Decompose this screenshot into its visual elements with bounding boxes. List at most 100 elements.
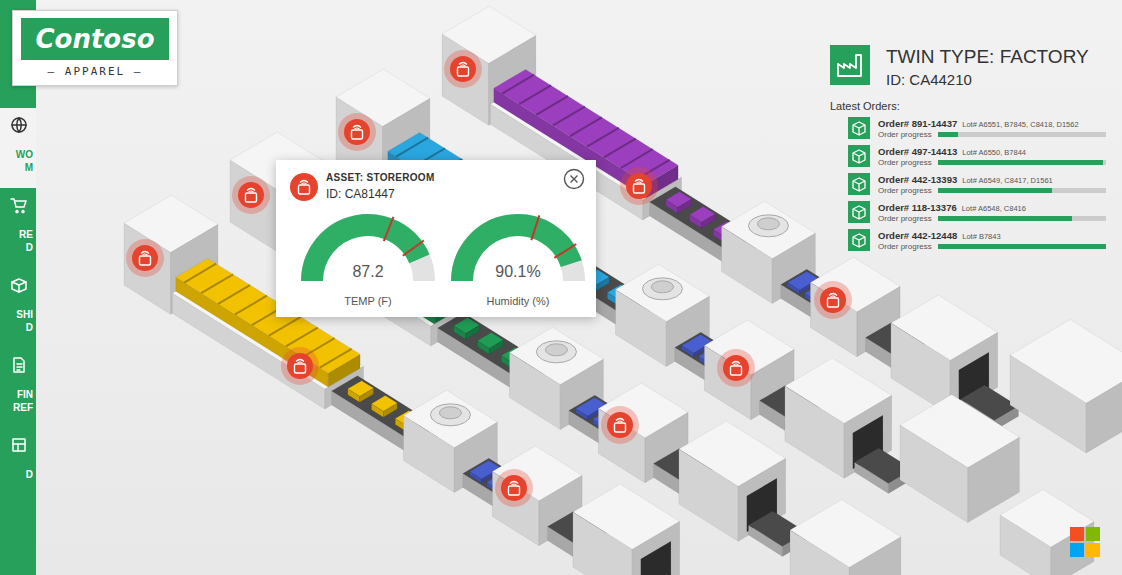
order-number: Order# 891-14437 xyxy=(878,118,957,129)
sensor-pin[interactable] xyxy=(280,346,320,386)
sidebar-label: RE xyxy=(19,229,33,241)
tank xyxy=(748,215,788,237)
order-row[interactable]: Order# 891-14437 Lot# A6551, B7845, C8418… xyxy=(848,116,1106,140)
sensor-pin[interactable] xyxy=(619,166,659,206)
sidebar-item[interactable]: FINREF xyxy=(0,348,36,428)
roller xyxy=(286,328,318,347)
microsoft-logo-icon xyxy=(1070,527,1100,557)
gauge: 87.2 TEMP (F) xyxy=(298,207,438,307)
asset-id: ID: CA81447 xyxy=(326,187,435,201)
progress-label: Order progress xyxy=(878,214,932,223)
digital-twin-app: WOMREDSHIDFINREFDASSET: STOREROOMID: CA8… xyxy=(0,0,1122,575)
sidebar-label: D xyxy=(26,242,33,254)
tank-machine-top xyxy=(404,390,498,447)
order-lots: Lot# A6549, C8417, D1561 xyxy=(962,176,1053,185)
sensor-pin[interactable] xyxy=(443,49,483,89)
sidebar-label: M xyxy=(25,162,33,174)
package-icon xyxy=(848,173,870,195)
sensor-pin[interactable] xyxy=(337,112,377,152)
sensor-pin[interactable] xyxy=(716,348,756,388)
close-button[interactable] xyxy=(562,167,586,191)
storage-box-top xyxy=(1010,319,1122,403)
product-top xyxy=(454,318,480,334)
sidebar-item[interactable]: SHID xyxy=(0,268,36,348)
progress-bar xyxy=(938,188,1106,193)
tunnel-top xyxy=(891,295,998,360)
progress-label: Order progress xyxy=(878,186,932,195)
order-list: Order# 891-14437 Lot# A6551, B7845, C8418… xyxy=(830,116,1106,252)
sidebar-item[interactable]: WOM xyxy=(0,108,36,188)
sensor-icon xyxy=(290,173,318,201)
dashboard-icon xyxy=(10,436,28,454)
tank xyxy=(642,278,682,300)
document-icon xyxy=(10,356,28,374)
asset-title: ASSET: STOREROOM xyxy=(326,172,435,183)
progress-label: Order progress xyxy=(878,242,932,251)
logo-card[interactable]: Contoso— APPAREL — xyxy=(12,10,178,86)
order-row[interactable]: Order# 497-14413Lot# A6550, B7844Order p… xyxy=(848,144,1106,168)
roller xyxy=(604,139,636,158)
order-row[interactable]: Order# 442-12448 Lot# B7843 Order progress xyxy=(848,228,1106,252)
popup-header: ASSET: STOREROOM ID: CA81447 xyxy=(290,172,588,201)
tank-lid xyxy=(545,344,567,356)
tank-lid xyxy=(757,218,779,230)
gauge-value: 90.1% xyxy=(495,263,540,280)
tunnel-top xyxy=(679,421,786,486)
product-top xyxy=(666,192,692,208)
factory-canvas[interactable]: ASSET: STOREROOM ID: CA81447 87.2 TEMP (F) 9… xyxy=(36,0,1122,575)
order-row[interactable]: Order# 118-13376Lot# A6548, C8416Order p… xyxy=(848,200,1106,224)
progress-fill xyxy=(938,216,1073,221)
sidebar-item[interactable]: D xyxy=(0,428,36,508)
sidebar-label: SHI xyxy=(16,309,33,321)
roller xyxy=(553,107,585,126)
progress-bar xyxy=(938,132,1106,137)
gauge-value: 87.2 xyxy=(352,263,383,280)
progress-bar xyxy=(938,216,1106,221)
order-lots: Lot# A6551, B7845, C8418, D1562 xyxy=(962,120,1078,129)
roller xyxy=(587,128,619,147)
roller xyxy=(536,96,568,115)
sidebar-label: FIN xyxy=(17,389,33,401)
tunnel-opening xyxy=(641,541,671,575)
sensor-icon xyxy=(125,238,165,278)
tunnel-top xyxy=(573,484,680,549)
sensor-pin[interactable] xyxy=(125,238,165,278)
sensor-icon xyxy=(716,348,756,388)
storage-box-top xyxy=(1000,490,1094,547)
sensor-icon xyxy=(231,175,271,215)
storage-box-top xyxy=(790,500,901,568)
storage-box-top xyxy=(900,395,1019,468)
order-number: Order# 442-13393 xyxy=(878,174,957,185)
logo-name: Contoso xyxy=(21,18,169,60)
roller xyxy=(201,274,233,293)
progress-fill xyxy=(938,160,1103,165)
sensor-pin[interactable] xyxy=(231,175,271,215)
package-icon xyxy=(10,276,28,294)
sensor-icon xyxy=(813,280,853,320)
roller xyxy=(570,117,602,136)
order-row[interactable]: Order# 442-13393 Lot# A6549, C8417, D1561… xyxy=(848,172,1106,196)
product-top xyxy=(348,381,374,397)
sensor-pin[interactable] xyxy=(813,280,853,320)
sidebar-item[interactable]: RED xyxy=(0,188,36,268)
package-icon xyxy=(848,117,870,139)
package-icon xyxy=(848,201,870,223)
sensor-icon xyxy=(619,166,659,206)
conveyor-top xyxy=(643,574,701,575)
sensor-pin[interactable] xyxy=(600,405,640,445)
product-top xyxy=(690,207,716,223)
order-number: Order# 442-12448 xyxy=(878,230,957,241)
gauge-label: TEMP (F) xyxy=(344,295,391,307)
sensor-pin[interactable] xyxy=(494,468,534,508)
order-lots: Lot# A6550, B7844 xyxy=(962,148,1026,157)
cart-icon xyxy=(10,196,28,214)
progress-bar xyxy=(938,244,1106,249)
tunnel-top xyxy=(785,358,892,423)
roller xyxy=(269,317,301,336)
order-lots: Lot# B7843 xyxy=(962,232,1000,241)
tank-lid xyxy=(651,281,673,293)
order-number: Order# 118-13376 xyxy=(878,202,957,213)
sensor-icon xyxy=(280,346,320,386)
sensor-icon xyxy=(494,468,534,508)
orders-label: Latest Orders: xyxy=(830,100,1106,112)
